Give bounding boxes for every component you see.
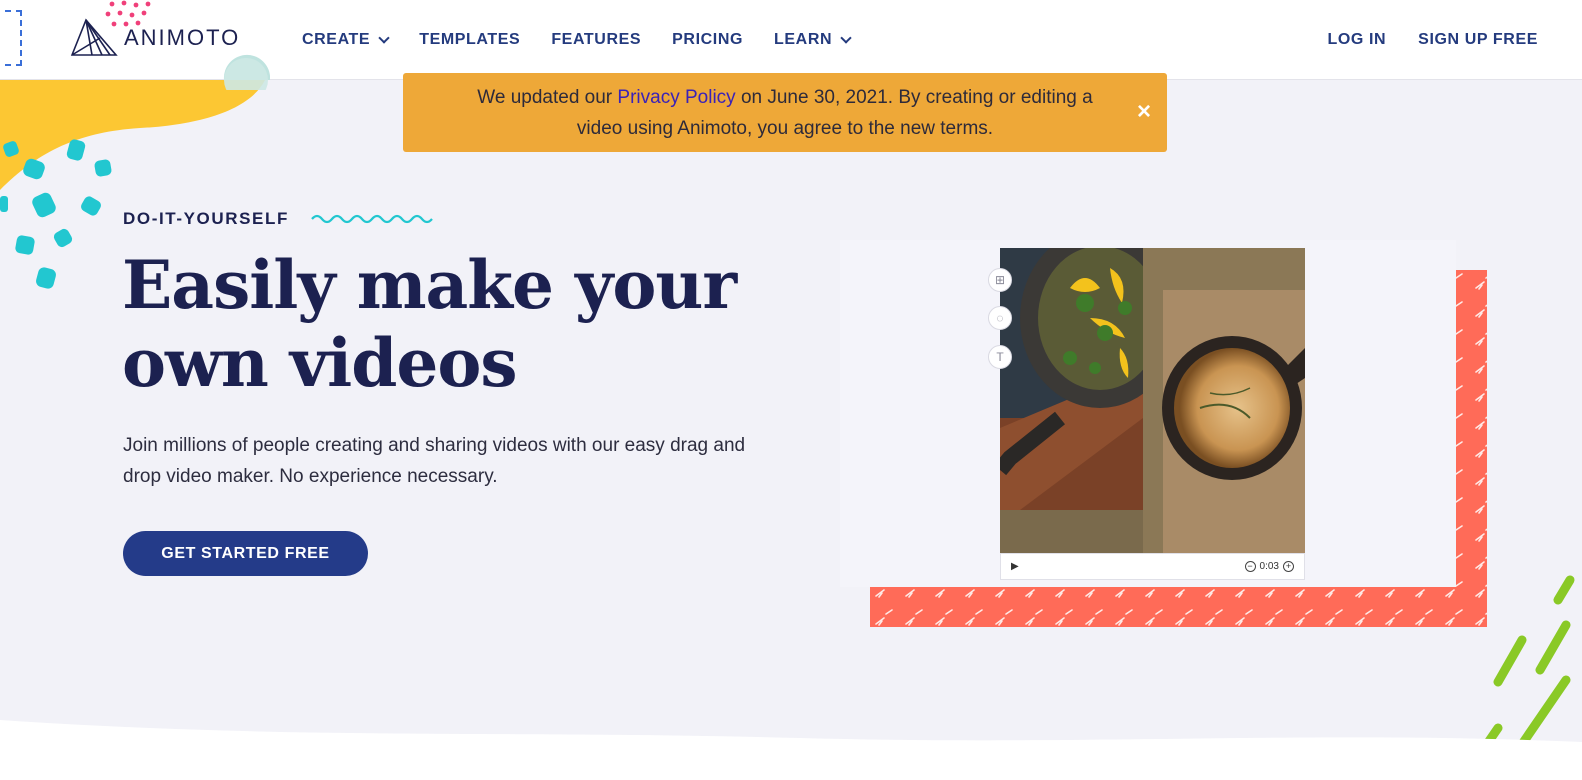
privacy-banner: We updated our Privacy Policy on June 30…	[403, 73, 1167, 152]
nav-features[interactable]: FEATURES	[551, 31, 641, 49]
play-icon[interactable]: ▶	[1011, 561, 1019, 572]
focus-outline	[0, 10, 22, 66]
hero-headline: Easily make your own videos	[122, 246, 762, 402]
signup-link[interactable]: SIGN UP FREE	[1418, 31, 1538, 49]
chevron-down-icon	[840, 31, 852, 44]
layout-icon[interactable]: ⊞	[988, 268, 1012, 292]
bottom-wave-decoration	[0, 720, 1582, 780]
nav-pricing[interactable]: PRICING	[672, 31, 743, 49]
zoom-in-icon[interactable]: +	[1283, 561, 1294, 572]
main-nav: CREATE TEMPLATES FEATURES PRICING LEARN	[302, 0, 881, 80]
eyebrow-label: DO-IT-YOURSELF	[123, 209, 289, 228]
headline-line-1: Easily make your	[122, 246, 737, 324]
nav-create-label: CREATE	[302, 31, 371, 48]
squiggle-decoration	[311, 214, 433, 224]
nav-learn[interactable]: LEARN	[774, 31, 852, 49]
playback-time: 0:03	[1259, 561, 1279, 572]
animoto-logo-icon	[70, 18, 118, 56]
video-preview-image[interactable]	[1000, 248, 1305, 553]
nav-templates[interactable]: TEMPLATES	[419, 31, 520, 49]
account-nav: LOG IN SIGN UP FREE	[1327, 0, 1538, 80]
site-header: ANIMOTO CREATE TEMPLATES FEATURES PRICIN…	[0, 0, 1582, 80]
animoto-logo[interactable]: ANIMOTO	[70, 18, 240, 58]
color-drop-icon[interactable]: ◌	[988, 306, 1012, 330]
logo-wordmark: ANIMOTO	[124, 25, 241, 50]
text-icon[interactable]: T	[988, 345, 1012, 369]
close-icon[interactable]: ×	[1133, 100, 1155, 124]
hero-subtext: Join millions of people creating and sha…	[123, 435, 746, 487]
food-photo	[1000, 248, 1305, 553]
login-link[interactable]: LOG IN	[1327, 31, 1386, 49]
get-started-button[interactable]: GET STARTED FREE	[123, 531, 368, 576]
banner-text-before: We updated our	[477, 86, 618, 108]
chevron-down-icon	[378, 31, 390, 44]
privacy-policy-link[interactable]: Privacy Policy	[617, 87, 735, 108]
time-controls: − 0:03 +	[1244, 561, 1294, 572]
nav-create[interactable]: CREATE	[302, 31, 390, 49]
video-player-bar: ▶ − 0:03 +	[1000, 553, 1305, 580]
zoom-out-icon[interactable]: −	[1244, 561, 1256, 572]
headline-line-2: own videos	[122, 324, 518, 402]
hero-eyebrow: DO-IT-YOURSELF	[123, 209, 433, 229]
banner-message: We updated our Privacy Policy on June 30…	[463, 82, 1107, 144]
nav-learn-label: LEARN	[774, 31, 833, 48]
